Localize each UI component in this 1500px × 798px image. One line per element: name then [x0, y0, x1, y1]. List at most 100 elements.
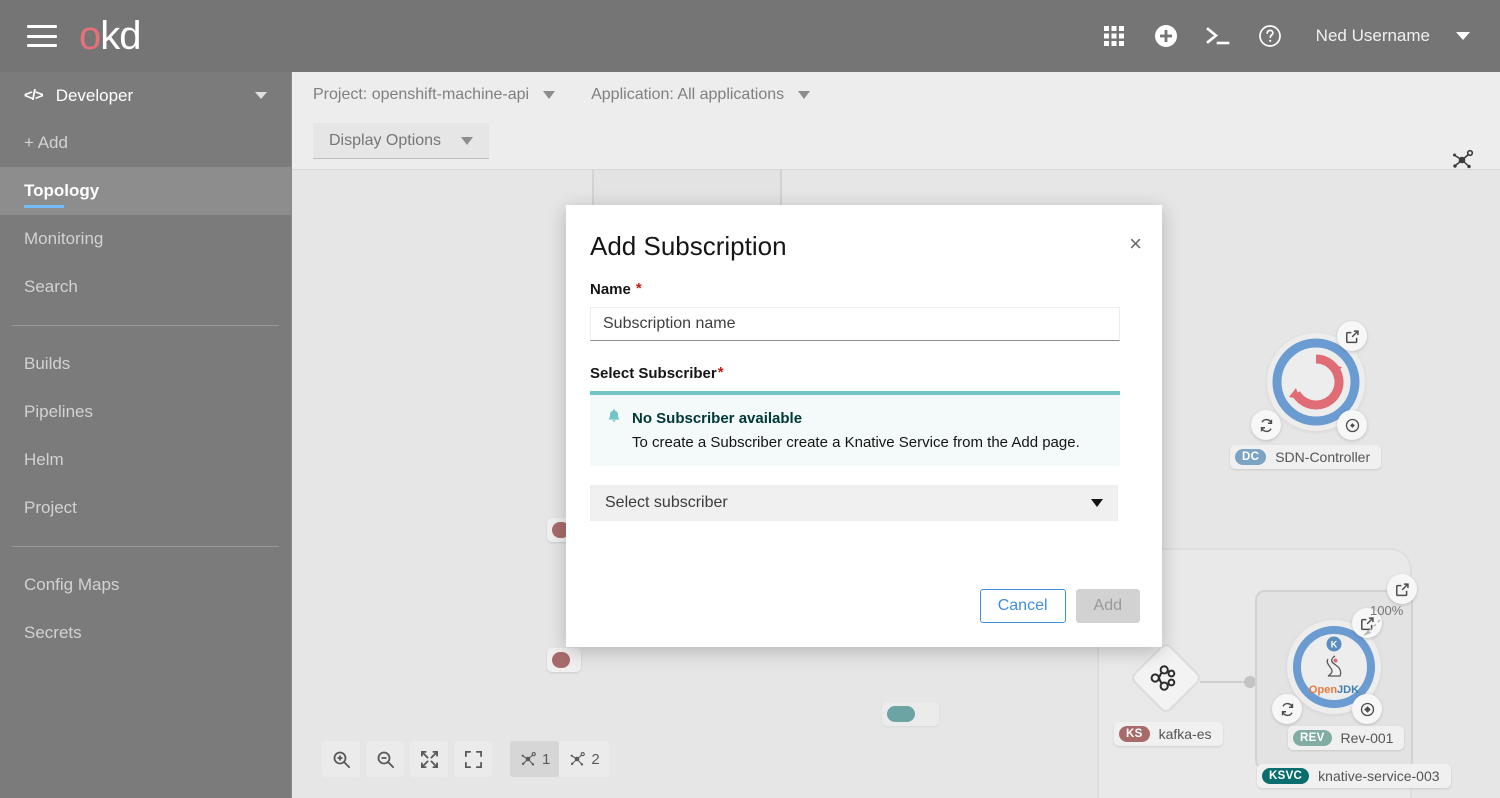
sidebar-item-project[interactable]: Project: [0, 484, 291, 532]
sidebar-item-pipelines[interactable]: Pipelines: [0, 388, 291, 436]
chip-rev: REV: [1293, 730, 1332, 746]
sidebar-item-label: Topology: [24, 181, 100, 200]
required-marker: *: [717, 364, 724, 381]
subscription-name-input[interactable]: [590, 307, 1120, 341]
sidebar-item-helm[interactable]: Helm: [0, 436, 291, 484]
terminal-icon[interactable]: [1192, 10, 1244, 62]
sidebar-item-label: Helm: [24, 450, 64, 469]
perspective-label: Developer: [55, 85, 134, 105]
sidebar-item-topology[interactable]: Topology: [0, 167, 291, 215]
topology-layout-icon: [521, 751, 536, 766]
sidebar-item-label: Builds: [24, 354, 71, 373]
display-options-button[interactable]: Display Options: [313, 123, 490, 159]
svg-text:OpenJDK: OpenJDK: [1309, 684, 1359, 696]
chevron-down-icon: [798, 91, 811, 99]
okd-logo: okd: [79, 14, 142, 58]
open-url-icon[interactable]: [1337, 321, 1367, 351]
add-subscription-modal: Add Subscription × Name * Select Subscri…: [566, 205, 1162, 647]
open-url-icon[interactable]: [1387, 574, 1417, 604]
add-circle-icon[interactable]: [1140, 10, 1192, 62]
chevron-down-icon: [543, 91, 556, 99]
sidebar-item-add[interactable]: + Add: [0, 119, 291, 167]
sidebar-item-monitoring[interactable]: Monitoring: [0, 215, 291, 263]
sidebar-item-search[interactable]: Search: [0, 263, 291, 311]
chevron-down-icon: [255, 92, 267, 99]
username-label: Ned Username: [1315, 26, 1430, 45]
topology-layout-icon: [570, 751, 586, 766]
required-marker: *: [635, 280, 642, 297]
chip-ksvc: KSVC: [1262, 768, 1310, 784]
select-subscriber-value: Select subscriber: [605, 494, 728, 511]
sidebar-divider: [12, 546, 279, 547]
project-selector-label: Project: openshift-machine-api: [313, 86, 530, 103]
node-label-occluded-c[interactable]: [882, 702, 939, 726]
layout-button-label: 2: [591, 750, 600, 768]
masthead-actions: Ned Username: [1088, 10, 1500, 62]
chip-ksvc: [887, 706, 915, 722]
fit-to-screen-icon[interactable]: [410, 741, 448, 777]
chevron-down-icon: [1091, 499, 1103, 507]
hamburger-icon[interactable]: [27, 25, 57, 47]
build-refresh-icon[interactable]: [1251, 410, 1281, 440]
close-icon[interactable]: ×: [1129, 233, 1142, 255]
node-kafka-es[interactable]: KS kafka-es: [1114, 642, 1223, 746]
layout-button-1[interactable]: 1: [510, 741, 560, 777]
name-label-text: Name: [590, 281, 631, 298]
alert-title-text: No Subscriber available: [632, 409, 803, 427]
application-selector[interactable]: Application: All applications: [591, 86, 811, 104]
layout-toggle-group: 1 2: [510, 741, 609, 777]
node-label-knative-service-003[interactable]: KSVC knative-service-003: [1257, 764, 1451, 788]
node-label-text: knative-service-003: [1318, 768, 1440, 784]
node-label-sdn-controller[interactable]: DC SDN-Controller: [1230, 445, 1382, 469]
sidebar-item-config-maps[interactable]: Config Maps: [0, 561, 291, 609]
perspective-switcher[interactable]: </> Developer: [0, 72, 291, 119]
display-options-label: Display Options: [329, 131, 442, 149]
sidebar-item-label: Monitoring: [24, 229, 104, 248]
svg-text:K: K: [1331, 640, 1338, 650]
applications-grid-icon[interactable]: [1088, 10, 1140, 62]
build-refresh-icon[interactable]: [1272, 694, 1302, 724]
chevron-down-icon: [1456, 32, 1470, 40]
subscriber-label-text: Select Subscriber: [590, 365, 717, 382]
chip-dc: DC: [1235, 449, 1267, 465]
cancel-button[interactable]: Cancel: [979, 589, 1066, 623]
active-indicator: [24, 205, 64, 208]
sidebar-item-builds[interactable]: Builds: [0, 340, 291, 388]
zoom-out-icon[interactable]: [366, 741, 404, 777]
alert-title-row: No Subscriber available: [606, 408, 1104, 428]
source-code-icon[interactable]: [1337, 410, 1367, 440]
node-label-text: Rev-001: [1340, 730, 1394, 746]
selector-row: Project: openshift-machine-api Applicati…: [292, 72, 1500, 118]
code-icon: </>: [24, 87, 44, 104]
logo-kd: kd: [100, 14, 141, 58]
source-code-icon[interactable]: [1352, 694, 1382, 724]
traffic-percent-label: 100%: [1370, 603, 1404, 618]
reset-view-icon[interactable]: [454, 741, 492, 777]
select-subscriber-dropdown[interactable]: Select subscriber: [590, 485, 1118, 521]
application-selector-label: Application: All applications: [591, 86, 785, 103]
alert-body-text: To create a Subscriber create a Knative …: [632, 434, 1080, 451]
layout-button-2[interactable]: 2: [559, 741, 609, 777]
logo-o: o: [79, 14, 101, 58]
sidebar-item-label: Project: [24, 498, 77, 517]
chevron-down-icon: [461, 136, 474, 145]
sidebar-item-secrets[interactable]: Secrets: [0, 609, 291, 657]
masthead: okd Ned Username: [0, 0, 1500, 72]
chip-ks: KS: [1119, 726, 1150, 742]
project-selector[interactable]: Project: openshift-machine-api: [313, 86, 556, 104]
node-label-kafka-es[interactable]: KS kafka-es: [1114, 722, 1223, 746]
sidebar-item-label: Pipelines: [24, 402, 93, 421]
sidebar-item-label: Secrets: [24, 623, 82, 642]
node-label-text: SDN-Controller: [1275, 449, 1371, 465]
user-menu[interactable]: Ned Username: [1316, 26, 1476, 46]
name-field-label: Name *: [590, 281, 1120, 298]
sidebar: </> Developer + Add Topology Monitoring …: [0, 72, 292, 798]
add-button: Add: [1075, 589, 1140, 623]
zoom-in-icon[interactable]: [322, 741, 360, 777]
graph-controls: 1 2: [322, 741, 609, 777]
node-label-rev-001[interactable]: REV Rev-001: [1288, 726, 1405, 750]
sidebar-item-label: Config Maps: [24, 575, 120, 594]
node-label-occluded-b[interactable]: [547, 648, 581, 672]
bell-icon: [606, 408, 622, 428]
help-icon[interactable]: [1244, 10, 1296, 62]
